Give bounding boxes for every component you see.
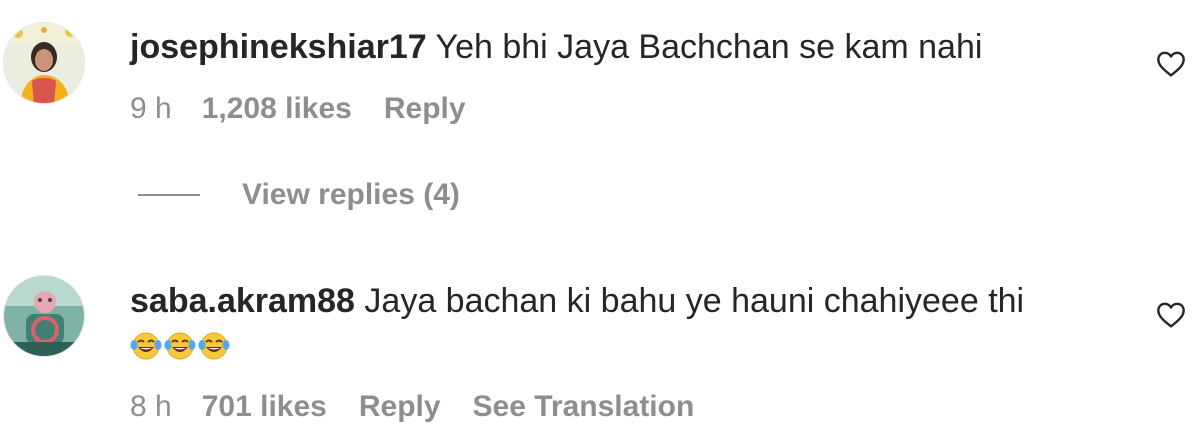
comment-timestamp: 9 h — [130, 92, 172, 125]
view-replies-label: View replies (4) — [242, 178, 460, 211]
comment-meta: 9 h 1,208 likes Reply — [130, 91, 498, 127]
laughing-crying-emoji-icon — [130, 332, 162, 360]
see-translation-button[interactable]: See Translation — [473, 389, 695, 425]
emoji-row — [130, 331, 230, 361]
likes-count[interactable]: 1,208 likes — [202, 91, 352, 127]
laughing-crying-emoji-icon — [164, 332, 196, 360]
comment-text: Yeh bhi Jaya Bachchan se kam nahi — [435, 28, 983, 66]
view-replies-button[interactable]: View replies (4) — [138, 178, 460, 212]
avatar-image — [4, 23, 84, 103]
likes-count[interactable]: 701 likes — [202, 389, 327, 425]
avatar-image — [4, 276, 84, 356]
heart-icon[interactable] — [1155, 299, 1187, 331]
avatar[interactable] — [3, 275, 85, 357]
reply-button[interactable]: Reply — [359, 389, 441, 425]
comment-username[interactable]: josephinekshiar17 — [130, 28, 427, 66]
heart-icon[interactable] — [1155, 48, 1187, 80]
comment-line: saba.akram88 Jaya bachan ki bahu ye haun… — [130, 281, 1024, 321]
comment-line: josephinekshiar17 Yeh bhi Jaya Bachchan … — [130, 27, 982, 67]
comment-username[interactable]: saba.akram88 — [130, 282, 355, 320]
comment-meta: 8 h 701 likes Reply See Translation — [130, 389, 694, 425]
avatar[interactable] — [3, 22, 85, 104]
comment-timestamp: 8 h — [130, 390, 172, 423]
replies-divider — [138, 194, 200, 196]
comment-text: Jaya bachan ki bahu ye hauni chahiyeee t… — [364, 282, 1025, 320]
laughing-crying-emoji-icon — [198, 332, 230, 360]
reply-button[interactable]: Reply — [384, 91, 466, 127]
